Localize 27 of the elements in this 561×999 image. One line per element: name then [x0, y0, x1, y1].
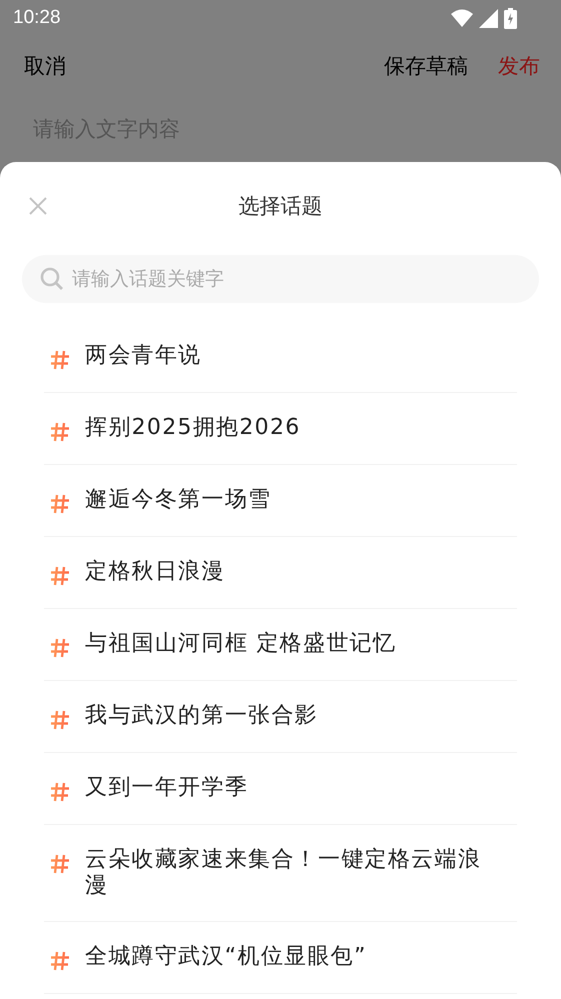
topic-item[interactable]: 邂逅今冬第一场雪 — [85, 487, 272, 513]
hash-icon — [50, 638, 70, 658]
wifi-icon — [451, 9, 473, 27]
topic-item[interactable]: 与祖国山河同框 定格盛世记忆 — [85, 631, 396, 657]
save-draft-button[interactable]: 保存草稿 — [384, 52, 468, 80]
hash-icon — [50, 422, 70, 442]
topic-item[interactable]: 云朵收藏家速来集合！一键定格云端浪漫 — [85, 847, 495, 899]
topic-item[interactable]: 定格秋日浪漫 — [85, 559, 225, 585]
hash-icon — [50, 951, 70, 971]
cancel-button[interactable]: 取消 — [24, 52, 66, 80]
hash-icon — [50, 782, 70, 802]
topic-item[interactable]: 挥别2025拥抱2026 — [85, 415, 301, 441]
topic-item[interactable]: 两会青年说 — [85, 343, 202, 369]
topic-item[interactable]: 全城蹲守武汉“机位显眼包” — [85, 944, 367, 970]
hash-icon — [50, 710, 70, 730]
close-icon[interactable] — [28, 196, 48, 216]
battery-icon — [504, 8, 517, 28]
sheet-title: 选择话题 — [238, 193, 322, 220]
topic-item[interactable]: 我与武汉的第一张合影 — [85, 703, 318, 729]
hash-icon — [50, 350, 70, 370]
hash-icon — [50, 566, 70, 586]
topic-item[interactable]: 又到一年开学季 — [85, 775, 248, 801]
signal-icon — [479, 8, 498, 28]
topic-search-field[interactable]: 请输入话题关键字 — [22, 255, 539, 303]
status-time: 10:28 — [13, 7, 61, 29]
hash-icon — [50, 854, 70, 874]
hash-icon — [50, 494, 70, 514]
